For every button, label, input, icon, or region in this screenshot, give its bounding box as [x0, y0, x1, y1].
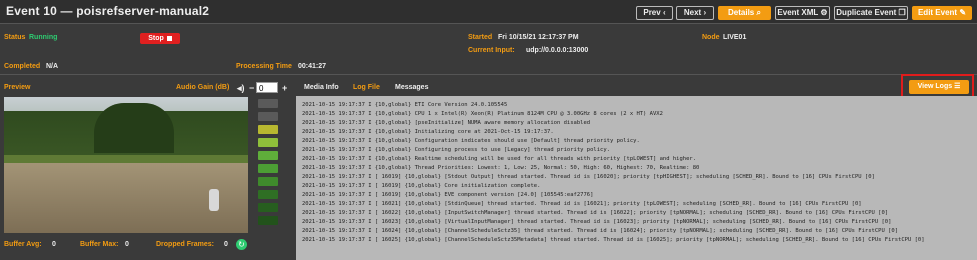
audio-meter-segment [258, 177, 278, 186]
started-label: Started [468, 34, 493, 41]
log-line: 2021-10-15 19:17:37 I [ 16025] {10,globa… [302, 237, 925, 243]
view-logs-button[interactable]: View Logs ☰ [909, 80, 969, 94]
stop-button[interactable]: Stop [140, 33, 180, 44]
processing-time-label: Processing Time [236, 63, 292, 70]
log-line: 2021-10-15 19:17:37 I {10,global} CPU 1 … [302, 111, 663, 117]
current-input-label: Current Input: [468, 47, 515, 54]
log-line: 2021-10-15 19:17:37 I {10,global} Thread… [302, 165, 700, 171]
dropped-frames-label: Dropped Frames: [156, 241, 214, 248]
audio-gain-decrease[interactable]: − [249, 83, 254, 93]
audio-meter-segment [258, 203, 278, 212]
node-label: Node [702, 34, 720, 41]
top-bar: Event 10 — poisrefserver-manual2 Prev ‹ … [0, 0, 977, 24]
log-line: 2021-10-15 19:17:37 I {10,global} Realti… [302, 156, 697, 162]
edit-event-button-label: Edit Event [917, 8, 958, 17]
event-xml-button[interactable]: Event XML ⚙ [775, 6, 830, 20]
duplicate-event-button-label: Duplicate Event [836, 8, 897, 17]
log-line: 2021-10-15 19:17:37 I [ 16019] {10,globa… [302, 192, 594, 198]
stop-icon [166, 35, 172, 41]
details-button-label: Details [728, 8, 755, 17]
chevron-right-icon: › [703, 8, 707, 17]
processing-time-value: 00:41:27 [298, 63, 327, 70]
tab-messages[interactable]: Messages [395, 84, 428, 91]
next-button-label: Next [683, 8, 702, 17]
log-line: 2021-10-15 19:17:37 I [ 16019] {10,globa… [302, 174, 875, 180]
next-button[interactable]: Next › [676, 6, 714, 20]
log-line: 2021-10-15 19:17:37 I {10,global} Config… [302, 147, 610, 153]
audio-gain-increase[interactable]: + [282, 83, 287, 93]
pencil-icon: ✎ [959, 8, 967, 17]
preview-rider [209, 189, 219, 211]
prev-button[interactable]: Prev ‹ [636, 6, 673, 20]
audio-meter-segment [258, 190, 278, 199]
search-icon: ⌕ [756, 8, 761, 17]
audio-meter-segment [258, 138, 278, 147]
audio-meter-segment [258, 99, 278, 108]
video-preview [4, 97, 248, 233]
log-line: 2021-10-15 19:17:37 I {10,global} Config… [302, 138, 640, 144]
audio-gain-input[interactable]: 0 [256, 82, 278, 93]
tab-media-info[interactable]: Media Info [304, 84, 339, 91]
buffer-avg-value: 0 [52, 241, 56, 248]
event-xml-button-label: Event XML [777, 8, 819, 17]
node-value: LIVE01 [723, 34, 747, 41]
stop-button-label: Stop [148, 35, 164, 42]
view-logs-button-label: View Logs [917, 83, 953, 90]
prev-button-label: Prev [643, 8, 661, 17]
log-line: 2021-10-15 19:17:37 I {10,global} ETI Co… [302, 102, 508, 108]
completed-label: Completed [4, 63, 41, 70]
completed-value: N/A [46, 63, 59, 70]
started-value: Fri 10/15/21 12:17:37 PM [498, 34, 579, 41]
copy-icon: ❐ [898, 8, 906, 17]
log-output[interactable]: 2021-10-15 19:17:37 I {10,global} ETI Co… [296, 96, 977, 260]
speaker-icon[interactable]: ◂) [237, 83, 245, 94]
gear-icon: ⚙ [820, 8, 828, 17]
chevron-left-icon: ‹ [662, 8, 666, 17]
duplicate-event-button[interactable]: Duplicate Event ❐ [834, 6, 908, 20]
tab-log-file[interactable]: Log File [353, 84, 380, 91]
divider [0, 74, 977, 75]
edit-event-button[interactable]: Edit Event ✎ [912, 6, 972, 20]
log-line: 2021-10-15 19:17:37 I {10,global} [pseIn… [302, 120, 591, 126]
log-line: 2021-10-15 19:17:37 I [ 16023] {10,globa… [302, 219, 892, 225]
current-input-value: udp://0.0.0.0:13000 [526, 47, 589, 54]
page-title: Event 10 — poisrefserver-manual2 [6, 4, 210, 18]
audio-meter-segment [258, 164, 278, 173]
audio-meter-segment [258, 216, 278, 225]
list-icon: ☰ [954, 83, 961, 90]
log-line: 2021-10-15 19:17:37 I [ 16024] {10,globa… [302, 228, 899, 234]
status-value: Running [29, 34, 58, 41]
buffer-max-label: Buffer Max: [80, 241, 119, 248]
buffer-max-value: 0 [125, 241, 129, 248]
preview-trees-dark [94, 103, 174, 153]
dropped-frames-value: 0 [224, 241, 228, 248]
status-label: Status [4, 34, 26, 41]
reset-icon[interactable]: ↻ [236, 239, 247, 250]
audio-meter-segment [258, 112, 278, 121]
preview-label: Preview [4, 84, 31, 91]
audio-gain-label: Audio Gain (dB) [176, 84, 230, 91]
log-line: 2021-10-15 19:17:37 I [ 16021] {10,globa… [302, 201, 862, 207]
buffer-avg-label: Buffer Avg: [4, 241, 42, 248]
log-line: 2021-10-15 19:17:37 I {10,global} Initia… [302, 129, 554, 135]
details-button[interactable]: Details ⌕ [718, 6, 771, 20]
log-line: 2021-10-15 19:17:37 I [ 16019] {10,globa… [302, 183, 541, 189]
audio-meter-segment [258, 125, 278, 134]
log-line: 2021-10-15 19:17:37 I [ 16022] {10,globa… [302, 210, 889, 216]
audio-meter-segment [258, 151, 278, 160]
